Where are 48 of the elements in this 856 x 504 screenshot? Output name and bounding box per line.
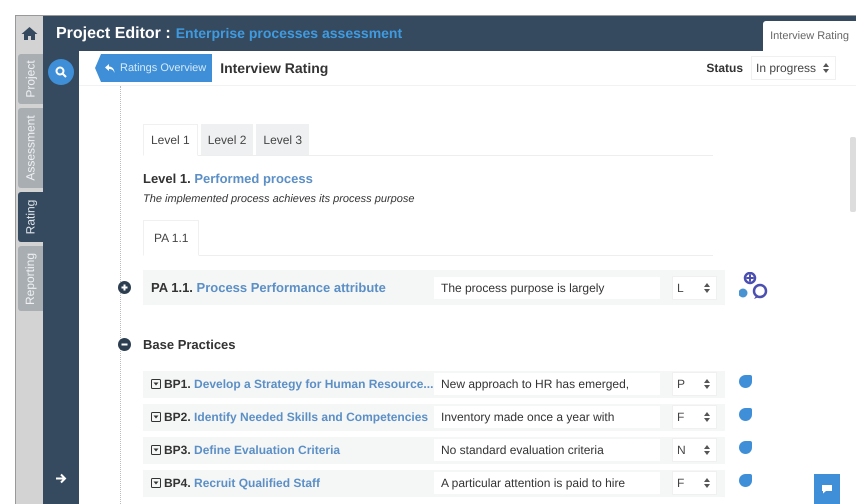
collapse-icon[interactable] bbox=[118, 338, 130, 352]
scrollbar[interactable] bbox=[850, 137, 856, 212]
comment-marker-icon[interactable] bbox=[739, 474, 752, 486]
status-label: Status bbox=[706, 60, 743, 77]
side-tab[interactable]: Rating bbox=[18, 192, 43, 242]
dropdown-icon[interactable] bbox=[151, 379, 161, 389]
level-tab[interactable]: Level 2 bbox=[200, 124, 254, 155]
search-button[interactable] bbox=[48, 59, 74, 85]
practice-code: BP3. bbox=[164, 443, 191, 457]
arrow-right-icon[interactable] bbox=[55, 473, 67, 484]
comment-field[interactable]: New approach to HR has emerged, bbox=[434, 373, 660, 395]
rating-select[interactable]: P bbox=[672, 372, 717, 396]
practice-code: BP1. bbox=[164, 377, 191, 391]
comment-marker-icon[interactable] bbox=[739, 374, 752, 388]
comment-field[interactable]: The process purpose is largely bbox=[434, 276, 660, 298]
comment-marker-icon[interactable] bbox=[739, 440, 752, 454]
rating-select[interactable]: F bbox=[672, 471, 717, 495]
dropdown-icon[interactable] bbox=[151, 478, 161, 488]
status-select[interactable]: In progress bbox=[751, 56, 836, 80]
tab[interactable]: Interview Rating bbox=[763, 21, 856, 51]
level-description: The implemented process achieves its process purpose bbox=[143, 192, 416, 206]
search-icon bbox=[55, 66, 67, 78]
app-title: Project Editor : bbox=[56, 24, 171, 44]
chat-button[interactable] bbox=[814, 474, 840, 504]
level-number: Level 1. bbox=[143, 171, 191, 186]
section-title: Base Practices bbox=[143, 336, 236, 354]
practice-code: BP2. bbox=[164, 410, 191, 424]
level-tab[interactable]: Level 3 bbox=[256, 124, 310, 155]
comment-field[interactable]: A particular attention is paid to hire bbox=[434, 472, 660, 494]
expand-icon[interactable] bbox=[118, 281, 130, 294]
rating-select[interactable]: L bbox=[672, 276, 717, 300]
level-name: Performed process bbox=[194, 171, 313, 186]
chat-icon bbox=[821, 484, 833, 494]
rating-select[interactable]: N bbox=[672, 438, 717, 462]
rating-select[interactable]: F bbox=[672, 405, 717, 429]
back-arrow-icon bbox=[105, 64, 115, 72]
dropdown-icon[interactable] bbox=[151, 445, 161, 455]
page-title: Interview Rating bbox=[220, 58, 328, 78]
attribute-code: PA 1.1. bbox=[151, 280, 193, 295]
attribute-tab[interactable]: PA 1.1 bbox=[143, 220, 200, 256]
project-name: Enterprise processes assessment bbox=[176, 24, 402, 43]
practice-code: BP4. bbox=[164, 476, 191, 490]
home-icon[interactable] bbox=[21, 26, 38, 40]
comment-field[interactable]: Inventory made once a year with bbox=[434, 406, 660, 428]
comment-field[interactable]: No standard evaluation criteria bbox=[434, 439, 660, 461]
comment-marker-icon[interactable] bbox=[739, 408, 752, 420]
level-tab[interactable]: Level 1 bbox=[143, 124, 198, 156]
dropdown-icon[interactable] bbox=[151, 412, 161, 422]
